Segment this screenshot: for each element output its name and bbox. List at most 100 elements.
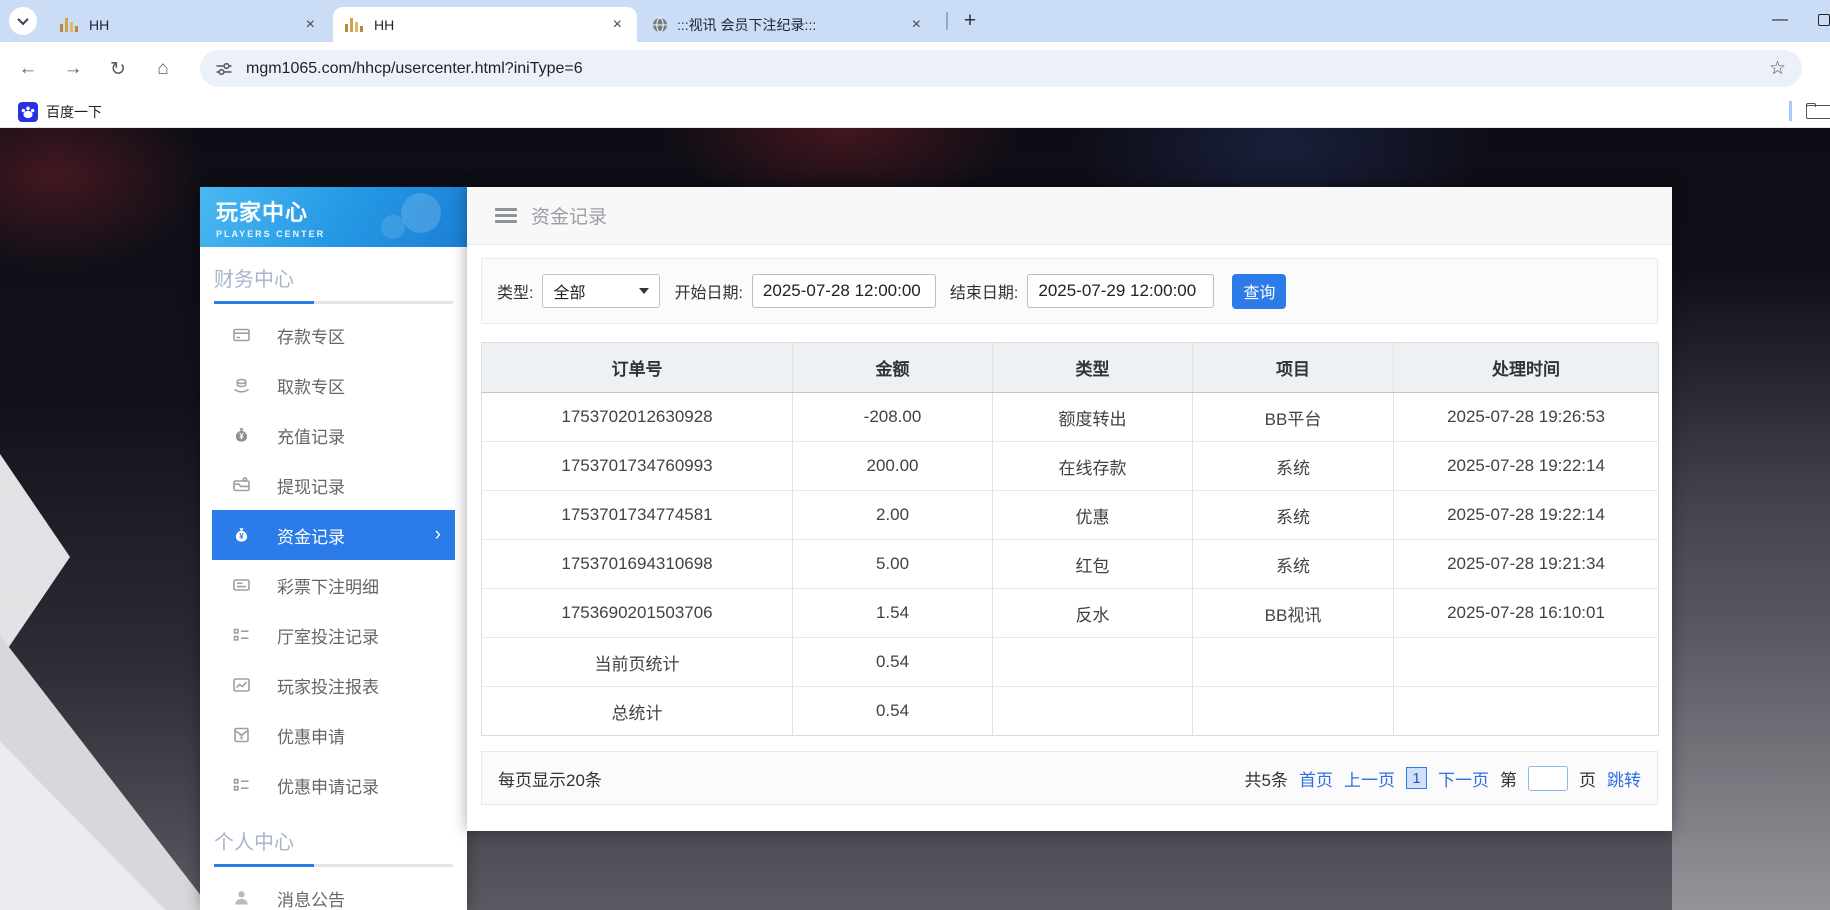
bookmark-label: 百度一下 (46, 102, 102, 122)
cell-amount: 0.54 (793, 638, 993, 687)
prev-page-link[interactable]: 上一页 (1344, 766, 1395, 791)
bookmark-baidu[interactable]: 百度一下 (12, 99, 108, 124)
page-jump-input[interactable] (1528, 766, 1568, 791)
tab-hh-1[interactable]: HH × (48, 7, 330, 42)
first-page-link[interactable]: 首页 (1299, 766, 1333, 791)
minimize-button[interactable]: — (1758, 0, 1802, 40)
sidebar-item-promo-apply[interactable]: ¥ 优惠申请 (200, 710, 467, 760)
tab-search-button[interactable] (9, 7, 37, 35)
browser-window: HH × HH × :::视讯 会员下注纪录::: × + — ← → ↻ ⌂ (0, 0, 1830, 910)
new-tab-button[interactable]: + (956, 7, 984, 35)
cell-type: 额度转出 (993, 393, 1193, 442)
cell-amount: 1.54 (793, 589, 993, 638)
deposit-card-icon (232, 326, 251, 344)
sidebar-item-label: 存款专区 (277, 323, 345, 348)
sidebar-item-label: 玩家投注报表 (277, 673, 379, 698)
close-icon[interactable]: × (610, 16, 625, 34)
search-button[interactable]: 查询 (1232, 274, 1286, 309)
cell-project: 系统 (1193, 491, 1394, 540)
close-icon[interactable]: × (303, 16, 318, 34)
table-header-row: 订单号 金额 类型 项目 处理时间 (482, 343, 1659, 393)
column-header: 类型 (993, 343, 1193, 393)
type-label: 类型: (497, 279, 533, 303)
sidebar-item-withdrawal-record[interactable]: 提现记录 (200, 460, 467, 510)
type-select[interactable]: 全部 (542, 274, 660, 308)
cell-amount: 5.00 (793, 540, 993, 589)
jump-link[interactable]: 跳转 (1607, 766, 1641, 791)
cell-stats-label: 总统计 (482, 687, 793, 736)
list-items-icon (232, 776, 251, 794)
home-button[interactable]: ⌂ (147, 53, 179, 85)
baidu-paw-icon (18, 102, 38, 122)
reload-button[interactable]: ↻ (102, 53, 134, 85)
sidebar-item-label: 资金记录 (277, 523, 345, 548)
gamepad-decoration-icon (401, 193, 441, 233)
browser-toolbar: ← → ↻ ⌂ mgm1065.com/hhcp/usercenter.html… (0, 42, 1830, 95)
bookmark-star-icon[interactable]: ☆ (1769, 57, 1786, 80)
end-date-label: 结束日期: (950, 279, 1018, 303)
sidebar-item-label: 优惠申请记录 (277, 773, 379, 798)
section-underline (214, 301, 453, 304)
background-shape (1672, 128, 1830, 910)
start-date-input[interactable] (752, 274, 936, 308)
page-title: 资金记录 (531, 202, 607, 229)
sidebar-item-funds-record[interactable]: ¥ 资金记录 › (212, 510, 455, 560)
funds-record-icon: ¥ (232, 526, 251, 544)
player-center-sidebar: 玩家中心 PLAYERS CENTER 财务中心 存款专区 (200, 187, 467, 910)
maximize-button[interactable] (1818, 14, 1830, 26)
personal-menu: 消息公告 (200, 873, 467, 910)
chevron-down-icon (17, 14, 28, 25)
svg-text:¥: ¥ (239, 532, 244, 541)
cell-amount: 2.00 (793, 491, 993, 540)
cell-order-no: 1753702012630928 (482, 393, 793, 442)
url-text: mgm1065.com/hhcp/usercenter.html?iniType… (246, 60, 1769, 78)
address-bar[interactable]: mgm1065.com/hhcp/usercenter.html?iniType… (200, 50, 1802, 87)
hand-coins-icon (232, 376, 251, 394)
cell-stats-label: 当前页统计 (482, 638, 793, 687)
ticket-list-icon (232, 576, 251, 594)
table-row: 1753702012630928 -208.00 额度转出 BB平台 2025-… (482, 393, 1659, 442)
cell-time: 2025-07-28 19:22:14 (1394, 442, 1659, 491)
sidebar-item-lottery-bet-detail[interactable]: 彩票下注明细 (200, 560, 467, 610)
cell-project: BB平台 (1193, 393, 1394, 442)
next-page-link[interactable]: 下一页 (1438, 766, 1489, 791)
cell-amount: 0.54 (793, 687, 993, 736)
sidebar-item-recharge-record[interactable]: ¥ 充值记录 (200, 410, 467, 460)
type-select-value: 全部 (553, 279, 639, 303)
end-date-input[interactable] (1027, 274, 1214, 308)
sidebar-item-hall-bet-record[interactable]: 厅室投注记录 (200, 610, 467, 660)
cell-project: BB视讯 (1193, 589, 1394, 638)
cell-type: 红包 (993, 540, 1193, 589)
sidebar-item-label: 厅室投注记录 (277, 623, 379, 648)
sidebar-item-label: 消息公告 (277, 886, 345, 910)
current-page-badge[interactable]: 1 (1406, 767, 1427, 789)
sidebar-item-promo-record[interactable]: 优惠申请记录 (200, 760, 467, 810)
money-bag-icon: ¥ (232, 426, 251, 444)
site-info-icon[interactable] (215, 60, 233, 78)
forward-button[interactable]: → (57, 53, 89, 85)
cell-amount: 200.00 (793, 442, 993, 491)
tab-video-records[interactable]: :::视讯 会员下注纪录::: × (640, 7, 936, 42)
cell-time: 2025-07-28 19:26:53 (1394, 393, 1659, 442)
page-header: 资金记录 (467, 187, 1672, 245)
envelope-yuan-icon: ¥ (232, 726, 251, 744)
sidebar-item-withdraw[interactable]: 取款专区 (200, 360, 467, 410)
bookmarks-bar: 百度一下 (0, 95, 1830, 128)
sidebar-item-player-report[interactable]: 玩家投注报表 (200, 660, 467, 710)
tab-title: HH (374, 17, 604, 33)
sidebar-item-label: 提现记录 (277, 473, 345, 498)
back-button[interactable]: ← (12, 53, 44, 85)
tab-hh-2-active[interactable]: HH × (333, 7, 637, 42)
section-personal: 个人中心 (200, 810, 467, 867)
pagination-bar: 每页显示20条 共5条 首页 上一页 1 下一页 第 页 跳转 (481, 751, 1658, 805)
close-icon[interactable]: × (909, 16, 924, 34)
folder-icon[interactable] (1806, 103, 1830, 119)
sidebar-item-messages[interactable]: 消息公告 (200, 873, 467, 910)
sidebar-item-deposit[interactable]: 存款专区 (200, 310, 467, 360)
section-underline (214, 864, 453, 867)
column-header: 项目 (1193, 343, 1394, 393)
cell-type: 优惠 (993, 491, 1193, 540)
section-title: 个人中心 (214, 826, 453, 855)
sidebar-header: 玩家中心 PLAYERS CENTER (200, 187, 467, 247)
sidebar-item-label: 充值记录 (277, 423, 345, 448)
